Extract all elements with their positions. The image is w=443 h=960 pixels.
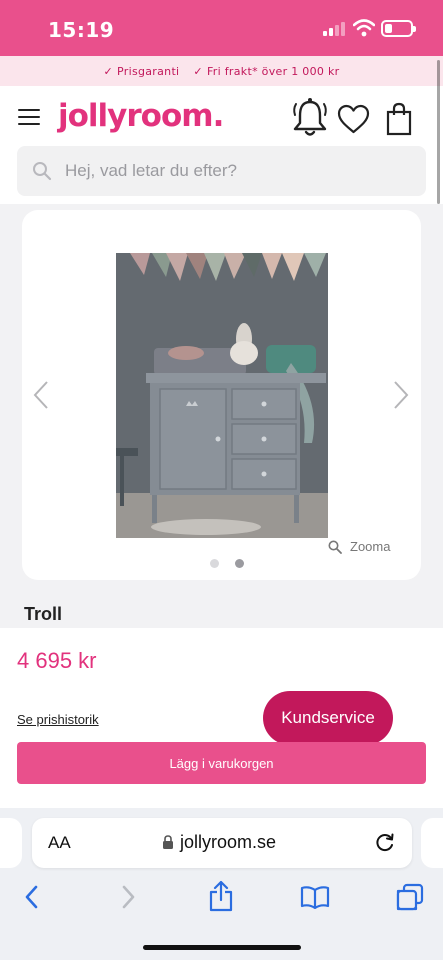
next-tab-preview[interactable] xyxy=(421,818,443,868)
price-section: 4 695 kr Se prishistorik Kundservice Läg… xyxy=(0,628,443,808)
bell-icon[interactable] xyxy=(291,96,329,138)
back-icon[interactable] xyxy=(22,884,42,910)
heart-icon[interactable] xyxy=(337,104,370,134)
scroll-indicator xyxy=(437,60,440,204)
text-size-button[interactable]: AA xyxy=(48,833,71,853)
magnifier-icon xyxy=(328,540,342,554)
zoom-button[interactable]: Zooma xyxy=(328,539,390,554)
product-price: 4 695 kr xyxy=(17,648,97,673)
image-pagination xyxy=(210,559,244,568)
site-header: jollyroom. xyxy=(0,86,443,204)
reload-icon[interactable] xyxy=(374,831,396,853)
promo-item: ✓ Prisgaranti xyxy=(103,64,180,78)
zoom-label: Zooma xyxy=(350,539,391,554)
pagination-dot[interactable] xyxy=(210,559,219,568)
previous-image-button[interactable] xyxy=(32,380,50,410)
product-image[interactable] xyxy=(116,253,328,538)
tabs-icon[interactable] xyxy=(396,883,424,911)
product-name: Troll xyxy=(24,604,63,624)
wifi-icon xyxy=(353,19,375,37)
price-history-link[interactable]: Se prishistorik xyxy=(17,712,99,727)
url-display[interactable]: jollyroom.se xyxy=(162,832,276,853)
shopping-bag-icon[interactable] xyxy=(386,102,412,136)
customer-service-button[interactable]: Kundservice xyxy=(263,691,393,745)
menu-icon[interactable] xyxy=(18,109,40,125)
forward-icon[interactable] xyxy=(118,884,138,910)
promo-item: ✓ Fri frakt* över 1 000 kr xyxy=(193,64,340,78)
battery-icon xyxy=(381,20,416,37)
previous-tab-preview[interactable] xyxy=(0,818,22,868)
bookmarks-icon[interactable] xyxy=(300,885,330,909)
search-bar[interactable] xyxy=(17,146,426,196)
add-to-cart-button[interactable]: Lägg i varukorgen xyxy=(17,742,426,784)
next-image-button[interactable] xyxy=(392,380,410,410)
url-text: jollyroom.se xyxy=(180,832,277,852)
status-bar: 15:19 xyxy=(0,0,443,56)
logo[interactable]: jollyroom. xyxy=(58,98,224,134)
share-icon[interactable] xyxy=(208,880,234,912)
address-bar[interactable]: AA jollyroom.se xyxy=(32,818,412,868)
pagination-dot-active[interactable] xyxy=(235,559,244,568)
search-icon xyxy=(33,162,52,181)
home-indicator xyxy=(143,945,301,950)
lock-icon xyxy=(163,835,173,849)
browser-toolbar: AA jollyroom.se xyxy=(0,808,443,960)
check-icon: ✓ xyxy=(193,64,203,78)
search-input[interactable] xyxy=(65,146,415,196)
status-time: 15:19 xyxy=(48,18,115,42)
signal-icon xyxy=(323,22,347,36)
promo-bar: ✓ Prisgaranti ✓ Fri frakt* över 1 000 kr xyxy=(0,56,443,86)
check-icon: ✓ xyxy=(103,64,114,78)
